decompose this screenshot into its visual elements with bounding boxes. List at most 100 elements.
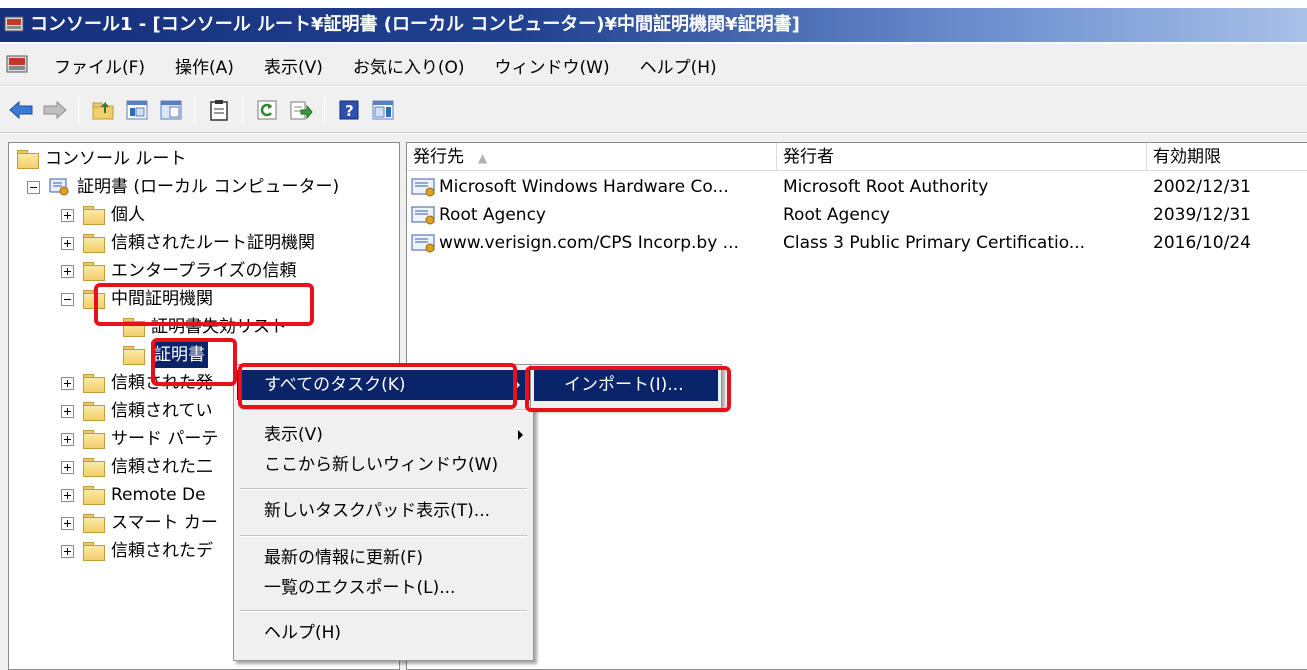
expand-toggle[interactable] — [61, 376, 74, 390]
menu-view[interactable]: 表示(V) — [264, 53, 323, 78]
menu-item-label: ここから新しいウィンドウ(W) — [264, 455, 499, 475]
folder-icon — [83, 514, 105, 533]
title-bar: コンソール1 - [コンソール ルート¥証明書 (ローカル コンピューター)¥中… — [0, 0, 1307, 44]
expand-toggle[interactable] — [61, 544, 74, 558]
menu-window[interactable]: ウィンドウ(W) — [495, 53, 610, 78]
tree-item-trusted-root[interactable]: 信頼されたルート証明機関 — [61, 229, 315, 257]
tree-item-label: 信頼された発 — [111, 373, 213, 393]
tree-item-label: スマート カー — [111, 513, 218, 533]
cell-expiration: 2016/10/24 — [1153, 233, 1251, 253]
tree-item-third-party[interactable]: サード パーテ — [61, 425, 218, 453]
menu-item-label: ヘルプ(H) — [264, 623, 342, 643]
cell-expiration: 2002/12/31 — [1153, 177, 1251, 197]
menu-help[interactable]: ヘルプ(H) — [640, 53, 717, 78]
tree-item-label: エンタープライズの信頼 — [111, 261, 297, 281]
show-hide-tree-button[interactable] — [122, 96, 152, 124]
expand-toggle[interactable] — [61, 516, 74, 530]
tree-item-untrusted[interactable]: 信頼されてい — [61, 397, 213, 425]
help-button[interactable]: ? — [334, 96, 364, 124]
tree-item-certificates[interactable]: 証明書 — [123, 341, 208, 369]
forward-button[interactable] — [40, 96, 70, 124]
mmc-app-icon[interactable] — [4, 15, 24, 35]
help-icon: ? — [339, 100, 359, 120]
view-toggle-button[interactable] — [156, 96, 186, 124]
menu-item-view[interactable]: 表示(V) — [234, 420, 533, 450]
up-one-level-button[interactable] — [88, 96, 118, 124]
properties-button[interactable] — [204, 96, 234, 124]
collapse-toggle[interactable] — [61, 292, 74, 306]
menu-item-refresh[interactable]: 最新の情報に更新(F) — [234, 543, 533, 573]
folder-icon — [83, 458, 105, 477]
expand-toggle[interactable] — [61, 264, 74, 278]
tree-item-label: 証明書失効リスト — [151, 317, 287, 337]
tree-item-personal[interactable]: 個人 — [61, 201, 145, 229]
pane-icon — [160, 100, 182, 120]
expand-toggle[interactable] — [61, 460, 74, 474]
tree-item-smart-card[interactable]: スマート カー — [61, 509, 218, 537]
menu-separator — [240, 610, 527, 612]
expand-toggle[interactable] — [61, 432, 74, 446]
forward-arrow-icon — [43, 100, 67, 120]
menu-file[interactable]: ファイル(F) — [54, 53, 145, 78]
list-row[interactable]: Root Agency Root Agency 2039/12/31 — [407, 201, 1307, 229]
folder-icon — [123, 318, 145, 337]
back-button[interactable] — [6, 96, 36, 124]
menu-item-label: 最新の情報に更新(F) — [264, 548, 424, 568]
expand-toggle[interactable] — [61, 236, 74, 250]
back-arrow-icon — [9, 100, 33, 120]
cell-expiration: 2039/12/31 — [1153, 205, 1251, 225]
tree-item-console-root[interactable]: コンソール ルート — [17, 145, 186, 173]
tree-item-remote-desktop[interactable]: Remote De — [61, 481, 206, 509]
show-action-pane-button[interactable] — [368, 96, 398, 124]
toolbar-separator — [194, 97, 195, 123]
export-list-button[interactable] — [286, 96, 316, 124]
menu-item-all-tasks[interactable]: すべてのタスク(K) — [237, 370, 530, 400]
column-header-label: 有効期限 — [1153, 147, 1221, 167]
expand-toggle[interactable] — [61, 404, 74, 418]
menu-item-label: インポート(I)... — [564, 375, 684, 395]
tree-item-label: 個人 — [111, 205, 145, 225]
collapse-toggle[interactable] — [27, 180, 40, 194]
list-row[interactable]: www.verisign.com/CPS Incorp.by ... Class… — [407, 229, 1307, 257]
console-menu-icon[interactable] — [6, 55, 28, 75]
expand-toggle[interactable] — [61, 488, 74, 502]
toolbar: ? — [0, 87, 1307, 133]
menu-item-label: すべてのタスク(K) — [264, 375, 406, 395]
certificate-icon — [411, 234, 435, 253]
expand-toggle[interactable] — [61, 208, 74, 222]
title-bar-strip[interactable]: コンソール1 - [コンソール ルート¥証明書 (ローカル コンピューター)¥中… — [0, 8, 1307, 42]
menu-action[interactable]: 操作(A) — [175, 53, 234, 78]
sort-ascending-icon: ▲ — [478, 151, 488, 165]
tree-item-enterprise-trust[interactable]: エンタープライズの信頼 — [61, 257, 296, 285]
menu-item-new-taskpad[interactable]: 新しいタスクパッド表示(T)... — [234, 496, 533, 526]
tree-item-trusted-publishers[interactable]: 信頼された発 — [61, 369, 213, 397]
tree-item-label: Remote De — [111, 485, 206, 505]
folder-icon — [83, 430, 105, 449]
column-header-issued-to[interactable]: 発行先 ▲ — [407, 143, 777, 171]
menu-item-label: 一覧のエクスポート(L)... — [264, 578, 456, 598]
column-header-issued-by[interactable]: 発行者 — [777, 143, 1147, 171]
tree-item-trusted-people[interactable]: 信頼された二 — [61, 453, 213, 481]
menu-item-export-list[interactable]: 一覧のエクスポート(L)... — [234, 573, 533, 603]
menu-favorites[interactable]: お気に入り(O) — [353, 53, 465, 78]
menu-item-help[interactable]: ヘルプ(H) — [234, 618, 533, 648]
up-folder-icon — [92, 101, 114, 120]
tree-item-certificates-local[interactable]: 証明書 (ローカル コンピューター) — [27, 173, 339, 201]
submenu-arrow-icon — [518, 430, 523, 440]
export-list-icon — [290, 101, 313, 120]
toolbar-separator — [242, 97, 243, 123]
menu-separator — [240, 409, 527, 411]
tree-item-intermediate[interactable]: 中間証明機関 — [61, 285, 213, 313]
tree-item-label: 信頼されたルート証明機関 — [111, 233, 315, 253]
list-row[interactable]: Microsoft Windows Hardware Co... Microso… — [407, 173, 1307, 201]
clipboard-icon — [210, 100, 228, 121]
refresh-button[interactable] — [252, 96, 282, 124]
tree-item-trusted-devices[interactable]: 信頼されたデ — [61, 537, 213, 565]
folder-icon — [83, 262, 105, 281]
menu-item-label: 表示(V) — [264, 425, 323, 445]
tree-item-crl[interactable]: 証明書失効リスト — [123, 313, 287, 341]
menu-item-import[interactable]: インポート(I)... — [534, 370, 718, 401]
console-tree-icon — [126, 100, 148, 120]
column-header-expiration[interactable]: 有効期限 — [1147, 143, 1307, 171]
menu-item-new-window[interactable]: ここから新しいウィンドウ(W) — [234, 450, 533, 480]
